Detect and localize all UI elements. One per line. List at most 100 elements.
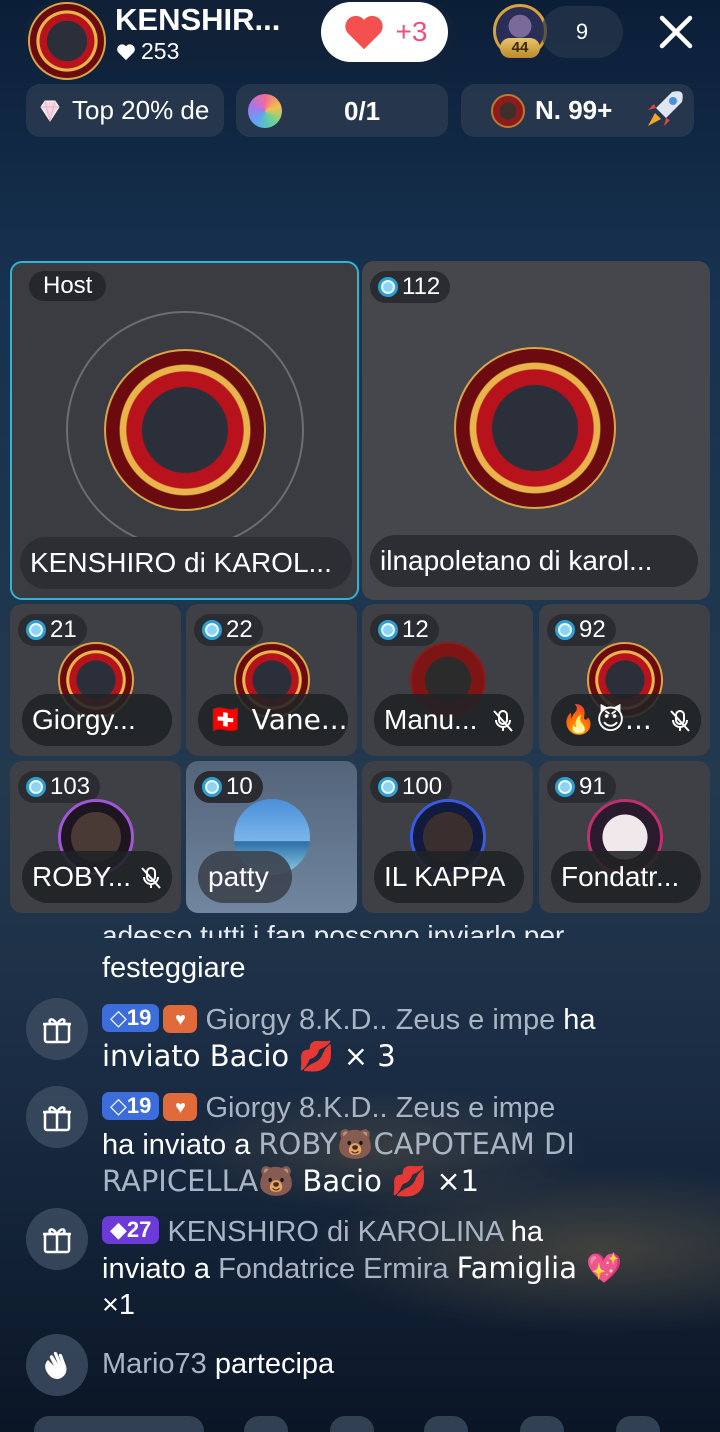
host-tag: Host <box>29 271 107 301</box>
like-button[interactable]: +3 <box>321 2 448 62</box>
comment-input[interactable] <box>34 1416 204 1432</box>
close-icon <box>659 15 693 49</box>
fan-badge: ♥ <box>163 1093 198 1121</box>
level-value: 21 <box>50 616 77 643</box>
host-likes: 253 <box>116 38 179 65</box>
level-tag: 12 <box>370 614 439 646</box>
chat-message[interactable]: ◆27 KENSHIRO di KAROLINA ha inviato a Fo… <box>102 1214 702 1323</box>
action-text: ha inviato a <box>102 1129 251 1161</box>
level-icon <box>26 777 46 797</box>
level-tag: 22 <box>194 614 263 646</box>
level-value: 103 <box>50 773 91 800</box>
target-name[interactable]: Fondatrice Ermira <box>218 1253 448 1285</box>
sender-name[interactable]: Mario73 <box>102 1348 207 1380</box>
level-value: 92 <box>579 616 606 643</box>
guest-seat[interactable]: 100 IL KAPPA <box>362 761 533 913</box>
mic-off-icon <box>670 710 690 732</box>
co-host-avatar <box>454 347 616 509</box>
guest-name: Manu... <box>374 694 524 746</box>
action-text: ha <box>510 1216 544 1248</box>
level-tag: 92 <box>547 614 616 646</box>
level-icon <box>202 777 222 797</box>
mic-off-icon <box>493 710 513 732</box>
chat-message[interactable]: Mario73 partecipa <box>102 1346 334 1382</box>
level-icon <box>555 620 575 640</box>
gift-icon <box>43 1018 71 1044</box>
guest-name: 🔥😈... <box>551 694 701 746</box>
level-icon <box>378 777 398 797</box>
toolbar-button[interactable] <box>424 1416 468 1432</box>
top-percent-chip[interactable]: Top 20% de <box>26 84 224 137</box>
action-text: inviato a <box>102 1253 211 1285</box>
gift-text: Bacio 💋 ×1 <box>302 1164 480 1198</box>
co-host-name: ilnapoletano di karol... <box>370 535 698 587</box>
room-rank-chip[interactable]: N. 99+ <box>461 84 694 137</box>
host-seat-name: KENSHIRO di KAROL... <box>20 537 352 589</box>
guest-name: Fondatr... <box>551 851 701 903</box>
sender-name[interactable]: Giorgy 8.K.D.. Zeus e impe <box>205 1004 555 1036</box>
mic-off-icon <box>141 867 161 889</box>
viewer-count[interactable]: 9 <box>541 6 623 58</box>
level-tag: 100 <box>370 771 453 803</box>
gift-icon <box>43 1106 71 1132</box>
chat-message[interactable]: ◇19 ♥ Giorgy 8.K.D.. Zeus e impe ha invia… <box>102 1090 702 1200</box>
guest-name-text: 🔥😈... <box>561 703 652 736</box>
host-seat-avatar <box>104 349 266 511</box>
level-icon <box>555 777 575 797</box>
guest-seat[interactable]: 21 Giorgy... <box>10 604 181 756</box>
guest-seat[interactable]: 12 Manu... <box>362 604 533 756</box>
gift-text: Famiglia 💖 <box>456 1251 623 1285</box>
heart-icon <box>344 15 383 50</box>
toolbar-button[interactable] <box>244 1416 288 1432</box>
host-seat[interactable]: Host KENSHIRO di KAROL... <box>10 261 359 600</box>
heart-icon <box>117 43 135 60</box>
toolbar-button[interactable] <box>520 1416 564 1432</box>
chat-message[interactable]: ◇19 ♥ Giorgy 8.K.D.. Zeus e impe ha invia… <box>102 1002 702 1075</box>
level-value: 22 <box>226 616 253 643</box>
host-likes-count: 253 <box>141 38 180 64</box>
level-value: 100 <box>402 773 443 800</box>
user-level: 27 <box>126 1217 152 1242</box>
fan-badge: ♥ <box>163 1005 198 1033</box>
action-text: ha <box>563 1004 596 1036</box>
level-tag: 10 <box>194 771 263 803</box>
room-goal-chip[interactable]: 0/1 <box>236 84 448 137</box>
user-level-badge: ◇19 <box>102 1092 160 1120</box>
level-tag: 91 <box>547 771 616 803</box>
level-tag: 21 <box>18 614 87 646</box>
guest-seat[interactable]: 91 Fondatr... <box>539 761 710 913</box>
level-value: 10 <box>226 773 253 800</box>
join-message-icon <box>26 1334 88 1396</box>
level-tag: 112 <box>370 271 451 303</box>
level-tag: 103 <box>18 771 101 803</box>
sender-name[interactable]: Giorgy 8.K.D.. Zeus e impe <box>205 1092 555 1124</box>
guest-name-text: ROBY... <box>32 861 132 892</box>
chat-partial-line: festeggiare <box>102 952 246 984</box>
gift-icon <box>43 1228 71 1254</box>
guest-name-text: Manu... <box>384 704 478 735</box>
user-level: 19 <box>126 1005 152 1030</box>
guest-name: 🇨🇭 Vane... <box>198 694 348 746</box>
chat-partial-line: adesso tutti i fan possono inviarlo per <box>102 920 565 938</box>
close-button[interactable] <box>654 10 698 54</box>
level-value: 112 <box>402 273 441 300</box>
target-name[interactable]: RAPICELLA🐻 <box>102 1164 294 1198</box>
viewer-level-badge: 44 <box>500 38 540 58</box>
target-name[interactable]: ROBY🐻CAPOTEAM DI <box>258 1127 575 1161</box>
toolbar-button[interactable] <box>330 1416 374 1432</box>
diamond-icon <box>40 100 60 122</box>
room-rank-text: N. 99+ <box>535 95 613 125</box>
guest-seat[interactable]: 22 🇨🇭 Vane... <box>186 604 357 756</box>
level-value: 91 <box>579 773 606 800</box>
host-avatar[interactable] <box>28 2 106 80</box>
guest-seat[interactable]: 103 ROBY... <box>10 761 181 913</box>
guest-name: Giorgy... <box>22 694 172 746</box>
co-host-seat[interactable]: 112 ilnapoletano di karol... <box>362 261 710 600</box>
guest-seat[interactable]: 10 patty <box>186 761 357 913</box>
level-icon <box>26 620 46 640</box>
toolbar-button[interactable] <box>616 1416 660 1432</box>
sender-name[interactable]: KENSHIRO di KAROLINA <box>167 1216 502 1248</box>
guest-seat[interactable]: 92 🔥😈... <box>539 604 710 756</box>
user-level-badge: ◇19 <box>102 1004 160 1032</box>
gift-count: ×1 <box>102 1289 136 1321</box>
